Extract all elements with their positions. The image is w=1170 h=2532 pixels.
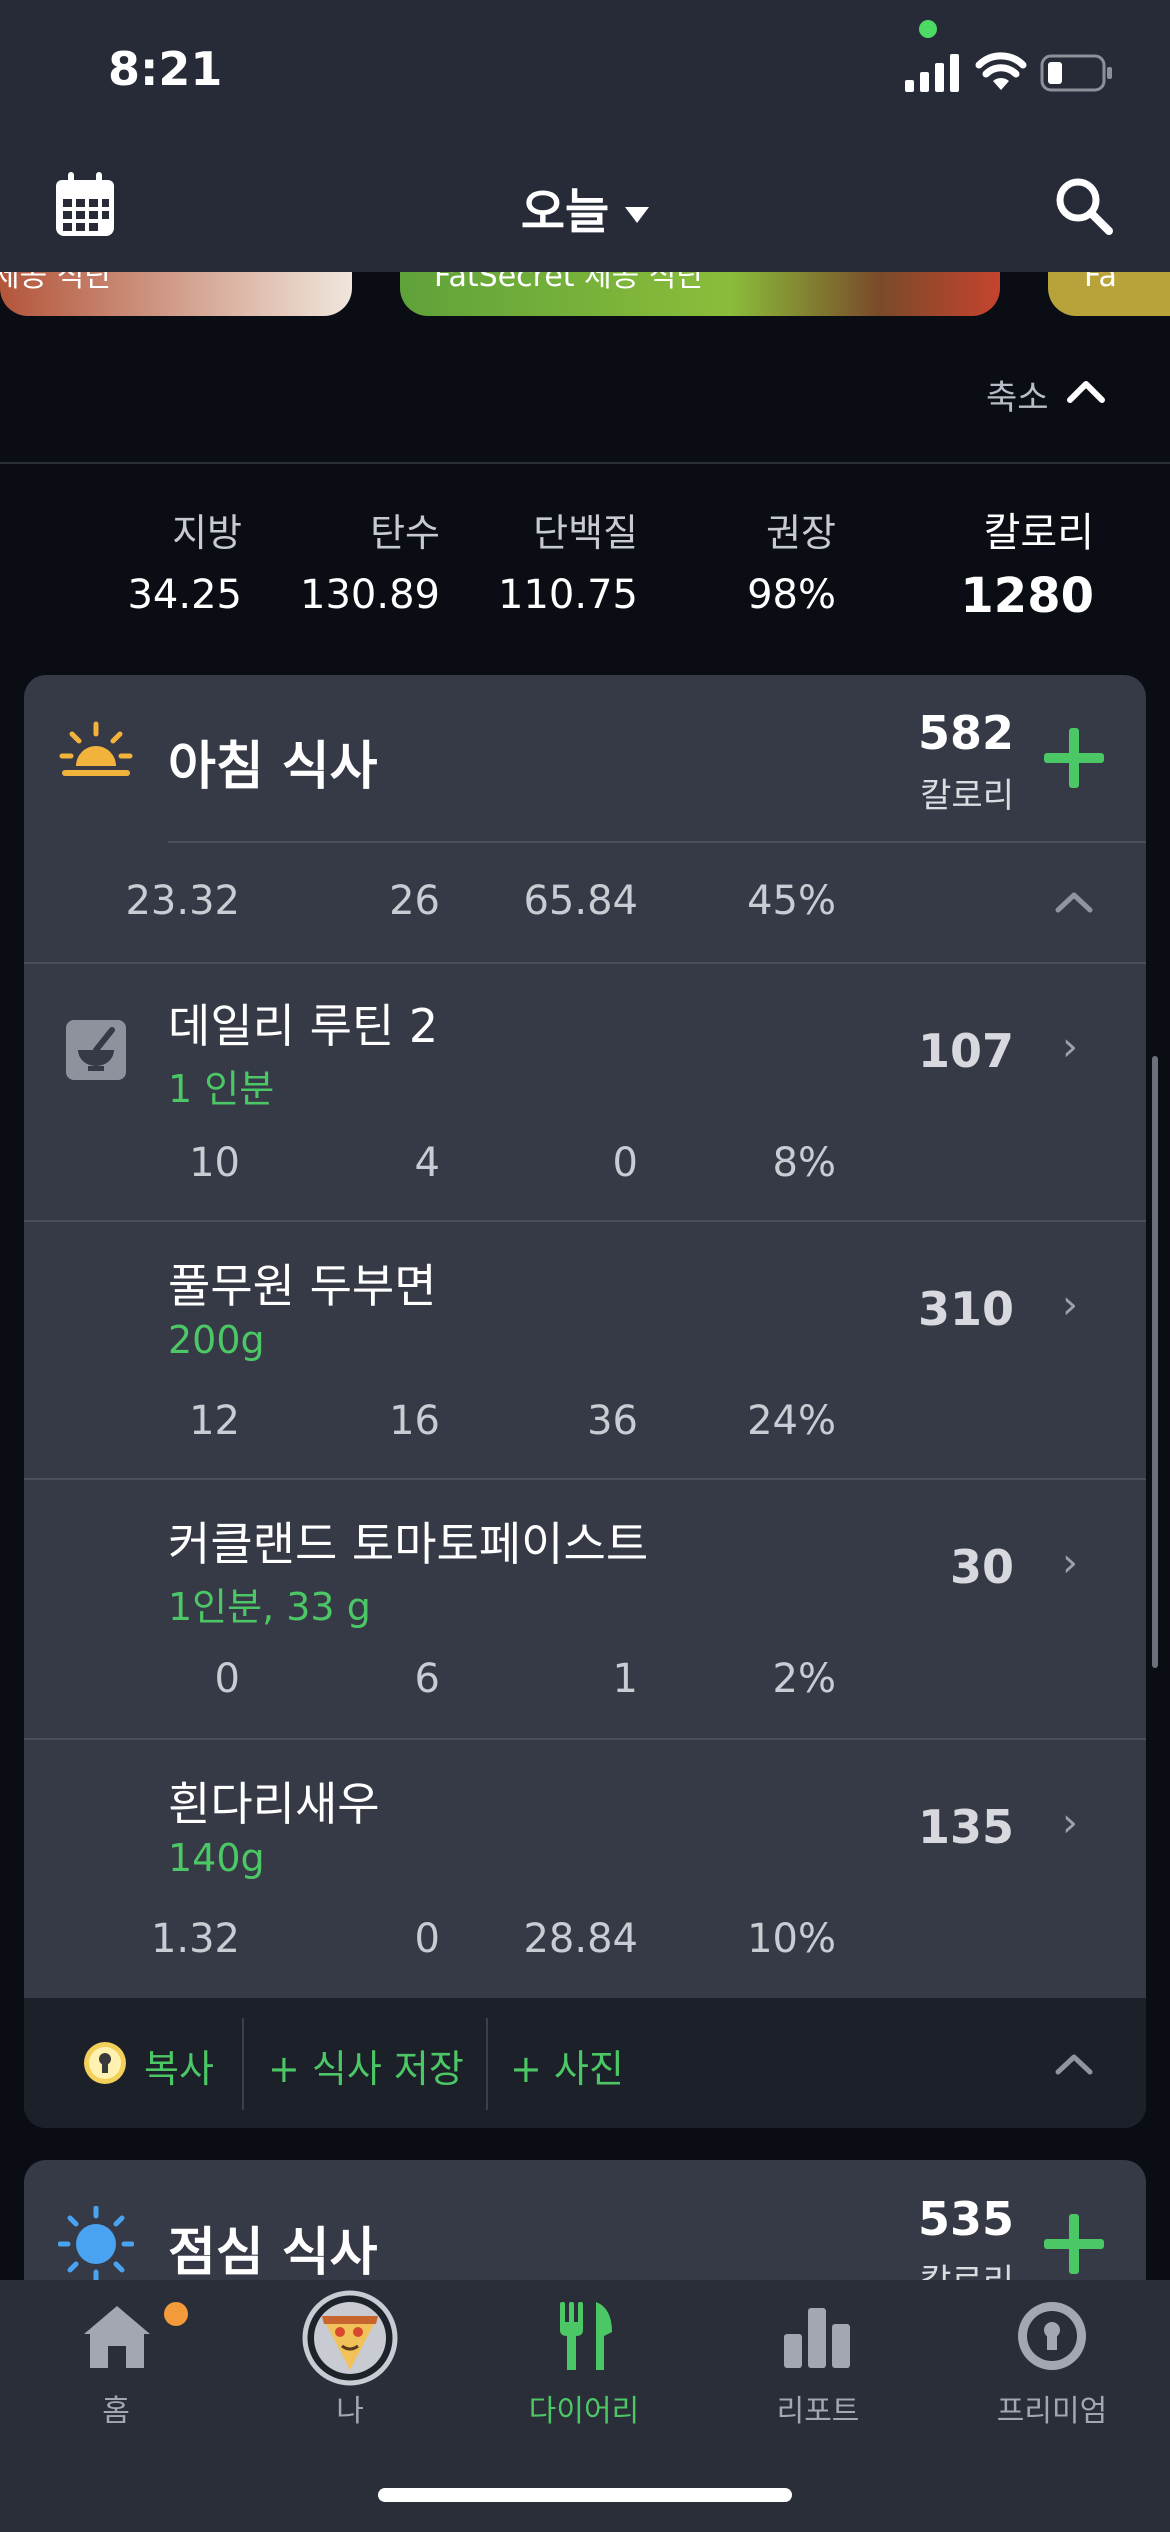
add-photo-button[interactable]: + 사진 [510,2038,624,2093]
breakfast-sum-protein: 65.84 [523,878,638,924]
nav-diary-label: 다이어리 [528,2394,640,2429]
nav-premium-label: 프리미엄 [996,2394,1108,2429]
breakfast-calories-label: 칼로리 [920,776,1014,816]
chevron-up-icon[interactable] [1054,2052,1094,2076]
nav-report-label: 리포트 [776,2394,860,2429]
food-name: 데일리 루틴 2 [168,999,439,1053]
total-protein: 110.75 [498,572,638,618]
collapse-label: 축소 [986,378,1049,418]
total-fat: 34.25 [127,572,242,618]
breakfast-sum-carbs: 26 [389,878,440,924]
banner-left-text: 제공 식단 [0,272,112,294]
chevron-right-icon: › [1062,1540,1078,1586]
chevron-up-icon[interactable] [1066,378,1106,404]
fork-knife-icon [560,2302,612,2370]
total-header-rdi: 권장 [766,511,836,555]
collapse-toggle[interactable]: 축소 [986,370,1049,419]
total-header-protein: 단백질 [533,511,638,555]
food-carbs: 16 [389,1398,440,1444]
food-rdi: 8% [772,1140,836,1186]
food-fat: 0 [214,1656,240,1702]
nav-home-label: 홈 [102,2394,130,2429]
add-food-lunch-plus-icon[interactable] [1044,2214,1104,2274]
date-selector-label: 오늘 [520,184,610,240]
notification-badge [164,2302,188,2326]
chevron-up-icon[interactable] [1054,890,1094,914]
food-portion: 140g [168,1836,265,1880]
recipe-mortar-icon [66,1020,126,1080]
divider [168,841,1146,843]
divider [242,2018,244,2110]
food-protein: 28.84 [523,1916,638,1962]
food-portion: 1 인분 [168,1067,275,1111]
avatar [302,2290,398,2386]
food-portion: 1인분, 33 g [168,1585,371,1629]
total-header-calories: 칼로리 [983,510,1094,556]
food-portion: 200g [168,1318,265,1362]
food-carbs: 6 [414,1656,440,1702]
battery-icon [1040,54,1112,92]
food-protein: 1 [612,1656,638,1702]
food-name: 흰다리새우 [168,1777,380,1831]
food-calories: 107 [917,1024,1014,1078]
food-fat: 10 [189,1140,240,1186]
breakfast-title: 아침 식사 [168,737,378,797]
food-protein: 36 [587,1398,638,1444]
premium-lock-icon [1018,2302,1086,2370]
wifi-icon [975,52,1027,90]
chevron-right-icon: › [1062,1024,1078,1070]
privacy-indicator-dot [919,20,937,38]
caret-down-icon [625,207,650,223]
banner-center-text: FatSecret 제공 식단 [434,272,705,294]
total-header-fat: 지방 [172,511,242,555]
total-calories: 1280 [960,568,1094,624]
scrollbar[interactable] [1152,1056,1158,1668]
cellular-signal-icon [905,54,959,92]
save-meal-button[interactable]: + 식사 저장 [268,2038,464,2093]
food-carbs: 0 [414,1916,440,1962]
add-food-breakfast-plus-icon[interactable] [1044,728,1104,788]
search-icon[interactable] [1054,176,1114,236]
bar-chart-icon [784,2308,850,2368]
food-name: 커클랜드 토마토페이스트 [168,1517,649,1571]
food-calories: 310 [917,1282,1014,1336]
food-protein: 0 [612,1140,638,1186]
total-carbs: 130.89 [300,572,440,618]
food-name: 풀무원 두부면 [168,1259,437,1313]
section-divider [0,462,1170,464]
sun-icon [58,2206,134,2282]
chevron-right-icon: › [1062,1800,1078,1846]
chevron-right-icon: › [1062,1282,1078,1328]
meal-plan-banner-center[interactable]: FatSecret 제공 식단 [400,272,1000,316]
date-selector[interactable]: 오늘 [0,172,1170,242]
food-fat: 12 [189,1398,240,1444]
breakfast-calories: 582 [917,706,1014,760]
food-calories: 30 [949,1540,1014,1594]
banner-right-text: Fa [1084,272,1117,294]
lunch-title: 점심 식사 [168,2223,378,2283]
food-rdi: 24% [747,1398,836,1444]
premium-lock-badge-icon [84,2042,126,2084]
total-rdi: 98% [747,572,836,618]
home-icon [84,2306,150,2368]
meal-plan-banner-left[interactable]: 제공 식단 [0,272,352,316]
food-carbs: 4 [414,1140,440,1186]
copy-button[interactable]: 복사 [144,2038,214,2093]
nav-me-label: 나 [336,2394,364,2429]
food-rdi: 2% [772,1656,836,1702]
home-indicator[interactable] [378,2488,792,2502]
breakfast-sum-rdi: 45% [747,878,836,924]
sunrise-icon [59,721,133,776]
breakfast-sum-fat: 23.32 [125,878,240,924]
food-rdi: 10% [747,1916,836,1962]
total-header-carbs: 탄수 [370,511,440,555]
food-calories: 135 [917,1800,1014,1854]
divider [486,2018,488,2110]
status-time: 8:21 [108,42,223,96]
meal-plan-banner-right[interactable]: Fa [1048,272,1170,316]
food-fat: 1.32 [150,1916,240,1962]
lunch-calories: 535 [917,2192,1014,2246]
